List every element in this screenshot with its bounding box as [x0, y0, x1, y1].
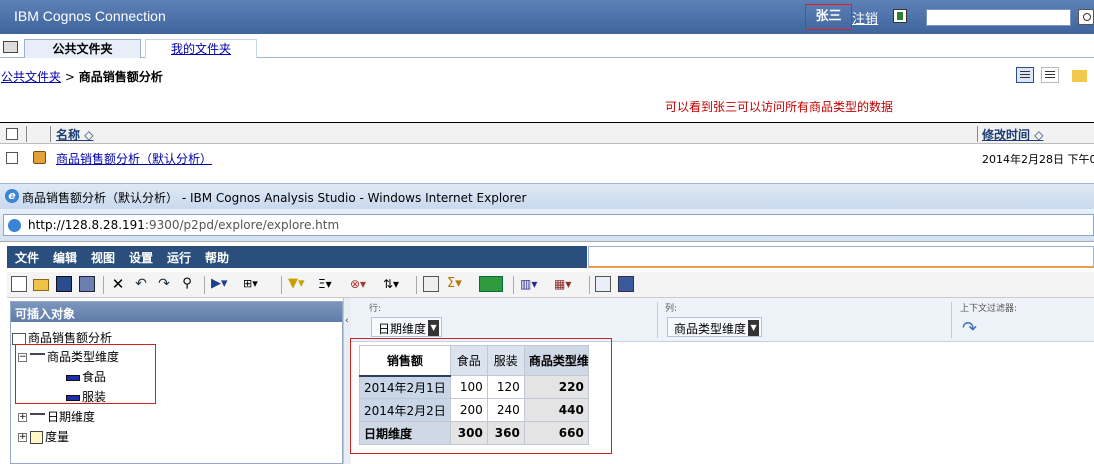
chevron-down-icon[interactable]: ▼	[428, 320, 440, 336]
home-icon[interactable]	[3, 41, 18, 53]
context-filter-icon[interactable]: ↷	[962, 318, 977, 339]
breadcrumb-root[interactable]: 公共文件夹	[1, 70, 61, 84]
toolbar-divider	[416, 276, 417, 294]
menu-bar-extension	[588, 246, 1094, 268]
menu-bar: 文件 编辑 视图 设置 运行 帮助	[7, 246, 587, 268]
table-icon[interactable]	[479, 276, 503, 292]
toolbar-divider	[589, 276, 590, 294]
zone-divider	[951, 302, 952, 338]
undo-icon[interactable]: ↶	[133, 276, 149, 292]
calculate-icon[interactable]: ⊗▾	[350, 276, 376, 292]
total-icon[interactable]: Σ▾	[447, 276, 471, 292]
list-view-icon[interactable]	[1016, 67, 1034, 83]
search-icon[interactable]	[1078, 9, 1094, 25]
toolbar-divider	[281, 276, 282, 294]
entry-link[interactable]: 商品销售额分析（默认分析）	[56, 150, 212, 167]
suppress-icon[interactable]: Ξ▾	[318, 276, 342, 292]
measures-icon	[30, 431, 43, 444]
chevron-down-icon[interactable]: ▼	[748, 320, 760, 336]
context-filter-label: 上下文过滤器:	[960, 304, 1018, 314]
rows-dropzone[interactable]: 日期维度 ▼	[371, 317, 443, 337]
breadcrumb: 公共文件夹 > 商品销售额分析	[1, 68, 163, 85]
refresh-icon[interactable]	[893, 9, 907, 23]
insert-icon[interactable]: ⊞▾	[243, 276, 271, 292]
breadcrumb-current: 商品销售额分析	[78, 70, 163, 84]
column-divider	[977, 126, 978, 142]
app-title: IBM Cognos Connection	[14, 8, 166, 24]
menu-help[interactable]: 帮助	[205, 249, 229, 266]
new-icon[interactable]	[11, 276, 27, 292]
chart-type-icon[interactable]: ▦▾	[554, 276, 582, 292]
address-bar: http://128.8.28.191:9300/p2pd/explore/ex…	[0, 209, 1094, 241]
run-icon[interactable]: ▶▾	[211, 276, 228, 292]
swap-icon[interactable]	[423, 276, 439, 292]
breadcrumb-separator: >	[64, 70, 75, 84]
overview-area: 行: 日期维度 ▼ 列: 商品类型维度 ▼ 上下文过滤器: ↷	[351, 298, 1094, 342]
sort-icon[interactable]: ⇅▾	[383, 276, 409, 292]
toolbar-divider	[513, 276, 514, 294]
dimension-icon	[30, 413, 45, 422]
column-modified-header[interactable]: 修改时间 ◇	[982, 126, 1043, 143]
user-name[interactable]: 张三	[805, 4, 852, 30]
layout-icon[interactable]	[618, 276, 634, 292]
analysis-icon	[33, 151, 46, 164]
menu-view[interactable]: 视图	[91, 249, 115, 266]
url-text: http://128.8.28.191:9300/p2pd/explore/ex…	[28, 218, 340, 232]
toolbar-divider	[204, 276, 205, 294]
annotation-note: 可以看到张三可以访问所有商品类型的数据	[665, 100, 894, 114]
entry-modified: 2014年2月28日 下午0	[982, 153, 1094, 166]
explore-icon[interactable]	[595, 276, 611, 292]
window-title: 商品销售额分析（默认分析） - IBM Cognos Analysis Stud…	[22, 191, 527, 205]
filter-icon[interactable]: ▼▾	[288, 276, 312, 292]
search-input[interactable]	[926, 9, 1071, 26]
tree-date-dimension[interactable]: + 日期维度	[18, 408, 95, 425]
select-all-checkbox[interactable]	[6, 128, 18, 140]
tab-my-folders[interactable]: 我的文件夹	[145, 39, 257, 58]
cut-icon[interactable]: ✕	[110, 276, 126, 292]
rows-label: 行:	[369, 304, 382, 314]
open-icon[interactable]	[33, 279, 49, 291]
menu-edit[interactable]: 编辑	[53, 249, 77, 266]
folder-tabs: 公共文件夹 我的文件夹	[0, 34, 1094, 58]
tree-measures[interactable]: + 度量	[18, 428, 69, 445]
list-header: 名称 ◇ 修改时间 ◇	[0, 122, 1094, 144]
insertable-objects-title: 可插入对象	[11, 302, 342, 322]
save-icon[interactable]	[56, 276, 72, 292]
page-icon	[8, 219, 21, 232]
tab-public-folders[interactable]: 公共文件夹	[24, 39, 141, 58]
highlight-box	[15, 344, 156, 404]
expand-icon[interactable]: +	[18, 433, 27, 442]
logoff-link[interactable]: 注销	[852, 8, 878, 27]
package-icon	[12, 332, 26, 345]
url-field[interactable]: http://128.8.28.191:9300/p2pd/explore/ex…	[3, 214, 1094, 236]
toolbar-divider	[103, 276, 104, 294]
browser-titlebar: e 商品销售额分析（默认分析） - IBM Cognos Analysis St…	[0, 183, 1094, 209]
columns-dropzone[interactable]: 商品类型维度 ▼	[667, 317, 763, 337]
collapse-arrow-icon[interactable]: ‹	[345, 316, 349, 326]
save-as-icon[interactable]	[79, 276, 95, 292]
ie-icon: e	[5, 189, 19, 203]
menu-file[interactable]: 文件	[15, 249, 39, 266]
redo-icon[interactable]: ↷	[156, 276, 172, 292]
find-icon[interactable]: ⚲	[179, 276, 195, 292]
details-view-icon[interactable]	[1041, 67, 1059, 83]
connection-header: IBM Cognos Connection 张三 注销	[0, 0, 1094, 34]
new-folder-icon[interactable]	[1072, 70, 1087, 82]
highlight-box	[350, 338, 612, 454]
zone-divider	[657, 302, 658, 338]
list-item: 商品销售额分析（默认分析） 2014年2月28日 下午0	[0, 146, 1094, 170]
menu-run[interactable]: 运行	[167, 249, 191, 266]
column-divider	[26, 126, 27, 142]
toolbar: ✕ ↶ ↷ ⚲ ▶▾ ⊞▾ ▼▾ Ξ▾ ⊗▾ ⇅▾ Σ▾ ▥▾ ▦▾	[7, 272, 1094, 298]
columns-label: 列:	[665, 304, 678, 314]
column-name-header[interactable]: 名称 ◇	[56, 126, 93, 143]
chart-icon[interactable]: ▥▾	[520, 276, 548, 292]
menu-settings[interactable]: 设置	[129, 249, 153, 266]
expand-icon[interactable]: +	[18, 413, 27, 422]
row-checkbox[interactable]	[6, 152, 18, 164]
column-divider	[50, 126, 51, 142]
